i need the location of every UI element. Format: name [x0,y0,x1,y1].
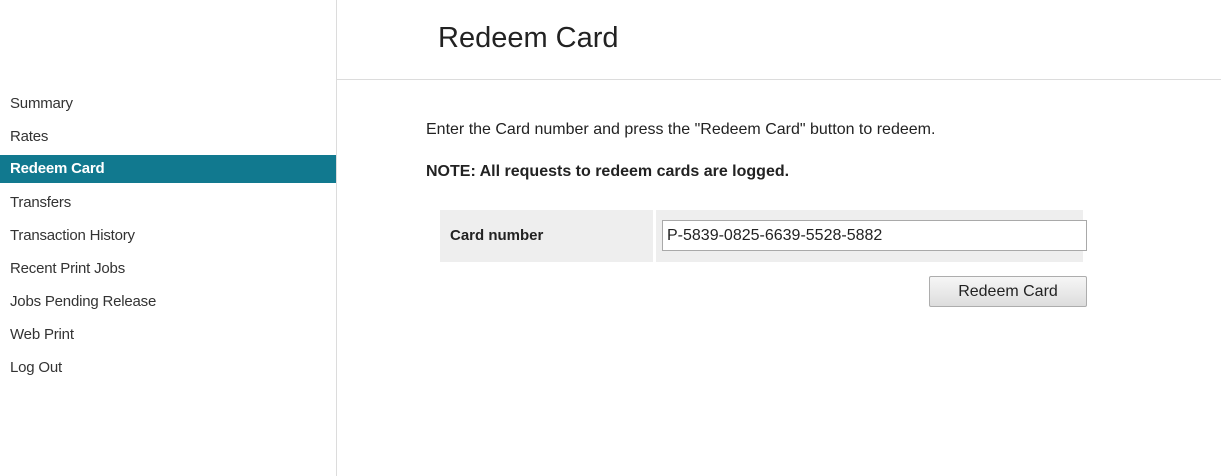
sidebar-item-summary[interactable]: Summary [0,88,336,120]
sidebar-item-label: Log Out [10,359,62,376]
sidebar-item-label: Web Print [10,326,74,343]
sidebar-item-label: Rates [10,128,49,145]
redeem-card-button[interactable]: Redeem Card [929,276,1087,307]
card-number-input[interactable] [662,220,1087,251]
sidebar-item-transaction-history[interactable]: Transaction History [0,219,336,252]
sidebar-item-label: Recent Print Jobs [10,260,125,277]
sidebar-nav: Summary Rates Redeem Card Transfers Tran… [0,88,336,384]
sidebar-item-jobs-pending-release[interactable]: Jobs Pending Release [0,285,336,318]
card-number-cell [656,210,1087,262]
card-number-row: Card number [440,210,1087,262]
card-number-label: Card number [440,210,653,262]
sidebar: Summary Rates Redeem Card Transfers Tran… [0,0,337,476]
main-content: Enter the Card number and press the "Red… [337,81,1221,476]
sidebar-item-label: Transfers [10,194,71,211]
sidebar-item-label: Redeem Card [10,160,105,177]
page-title: Redeem Card [438,22,619,54]
sidebar-item-label: Jobs Pending Release [10,293,157,310]
sidebar-item-web-print[interactable]: Web Print [0,318,336,351]
sidebar-item-recent-print-jobs[interactable]: Recent Print Jobs [0,252,336,285]
page-header: Redeem Card [337,0,1221,80]
sidebar-item-label: Transaction History [10,227,135,244]
sidebar-item-log-out[interactable]: Log Out [0,351,336,384]
page: Summary Rates Redeem Card Transfers Tran… [0,0,1221,476]
sidebar-item-label: Summary [10,95,73,112]
logging-note: NOTE: All requests to redeem cards are l… [426,163,790,180]
sidebar-item-rates[interactable]: Rates [0,120,336,153]
sidebar-item-transfers[interactable]: Transfers [0,186,336,219]
sidebar-item-redeem-card[interactable]: Redeem Card [0,155,336,183]
instructions-text: Enter the Card number and press the "Red… [426,121,936,138]
